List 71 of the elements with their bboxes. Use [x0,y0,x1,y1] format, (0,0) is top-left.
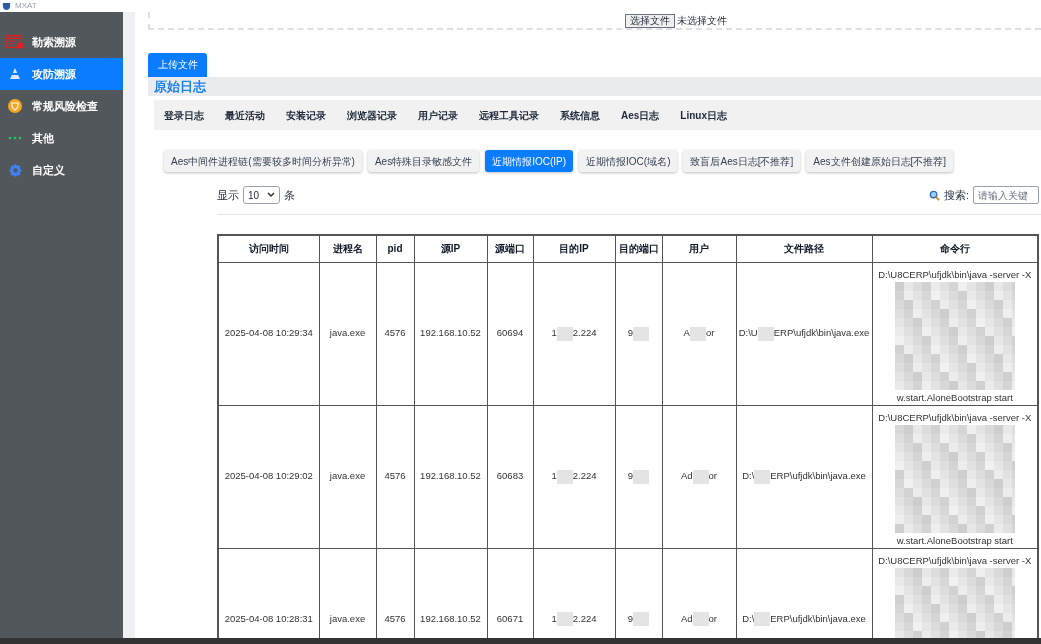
file-status: 未选择文件 [676,14,727,28]
page-size-unit: 条 [284,187,296,203]
table-cell: 2025-04-08 10:29:02 [224,469,313,484]
sidebar-item[interactable]: 勒索溯源 [0,26,123,58]
sidebar-item[interactable]: 攻防溯源 [0,58,123,90]
column-header: 用户 [662,235,736,262]
sub-tab[interactable]: 近期情报IOC(域名) [579,150,678,172]
table-cell: 9 [627,469,650,484]
column-header: 进程名 [319,235,376,262]
table-cell: D:\ ERP\ufjdk\bin\java.exe [742,469,866,484]
table-cell: java.exe [329,469,366,484]
tab[interactable]: 用户记录 [418,103,458,127]
table-cell: 192.168.10.52 [420,612,481,627]
search-field[interactable]: 请输入关键 [973,186,1039,204]
table-cell: 60671 [496,612,524,627]
table-cell: A or [683,326,715,341]
table-cell: D:\ ERP\ufjdk\bin\java.exe [742,612,866,627]
table-cell: 9 [627,612,650,627]
table-cell: Ad or [680,612,718,627]
column-header: 访问时间 [218,235,319,262]
table-cell: Ad or [680,469,718,484]
table-cell: 192.168.10.52 [420,469,481,484]
column-header: 源IP [414,235,487,262]
command-text: w.start.AloneBootstrap start [896,391,1013,403]
table-cell: 4576 [384,326,406,341]
command-text: D:\U8CERP\ufjdk\bin\java -server -X [878,268,1032,280]
table-cell: 192.168.10.52 [420,326,481,341]
column-header: 文件路径 [736,235,872,262]
sub-tab[interactable]: 致盲后Aes日志[不推荐] [683,150,801,172]
sidebar-item[interactable]: 常规风险检查 [0,90,123,122]
table-cell: java.exe [329,326,366,341]
tab[interactable]: 浏览器记录 [347,103,397,127]
command-text: D:\U8CERP\ufjdk\bin\java -server -X [878,411,1032,423]
column-header: 目的端口 [615,235,662,262]
column-header: pid [376,235,414,262]
tab[interactable]: 系统信息 [560,103,600,127]
choose-file-button[interactable]: 选择文件 [624,13,675,28]
table-cell: 2025-04-08 10:28:31 [224,612,313,627]
table-cell: 1 2.224 [551,469,597,484]
tab[interactable]: Linux日志 [680,103,728,127]
section-title: 原始日志 [154,77,206,96]
table-cell: 2025-04-08 10:29:34 [224,326,313,341]
table-cell: java.exe [329,612,366,627]
table-cell: 60683 [496,469,524,484]
sub-tab[interactable]: 近期情报IOC(IP) [485,150,574,172]
sub-tab[interactable]: Aes中间件进程链(需要较多时间分析异常) [164,150,362,172]
table-cell: 4576 [384,469,406,484]
tab[interactable]: 远程工具记录 [479,103,539,127]
column-header: 目的IP [533,235,615,262]
table-cell: 1 2.224 [551,612,597,627]
tab[interactable]: 安装记录 [286,103,326,127]
command-text: w.start.AloneBootstrap start [896,534,1013,546]
sub-tab[interactable]: Aes文件创建原始日志[不推荐] [806,150,954,172]
sidebar-item[interactable]: 自定义 [0,154,123,186]
table-cell: 4576 [384,612,406,627]
table-cell: 60694 [496,326,524,341]
tab[interactable]: 最近活动 [225,103,265,127]
page-size-select[interactable]: 10 [243,186,281,204]
search-label: 搜索: [943,187,969,203]
table-cell: D:\U ERP\ufjdk\bin\java.exe [738,326,870,341]
upload-button[interactable]: 上传文件 [148,52,207,77]
app-title: MXAT [15,2,37,10]
sub-tab[interactable]: Aes特殊目录敏感文件 [367,150,480,172]
column-header: 源端口 [487,235,533,262]
page-size-label: 显示 [217,187,239,203]
table-cell: 9 [627,326,650,341]
sidebar-item[interactable]: 其他 [0,122,123,154]
table-cell: 1 2.224 [551,326,597,341]
command-text: D:\U8CERP\ufjdk\bin\java -server -X [878,554,1032,566]
tab[interactable]: 登录日志 [164,103,204,127]
tab[interactable]: Aes日志 [621,103,660,127]
